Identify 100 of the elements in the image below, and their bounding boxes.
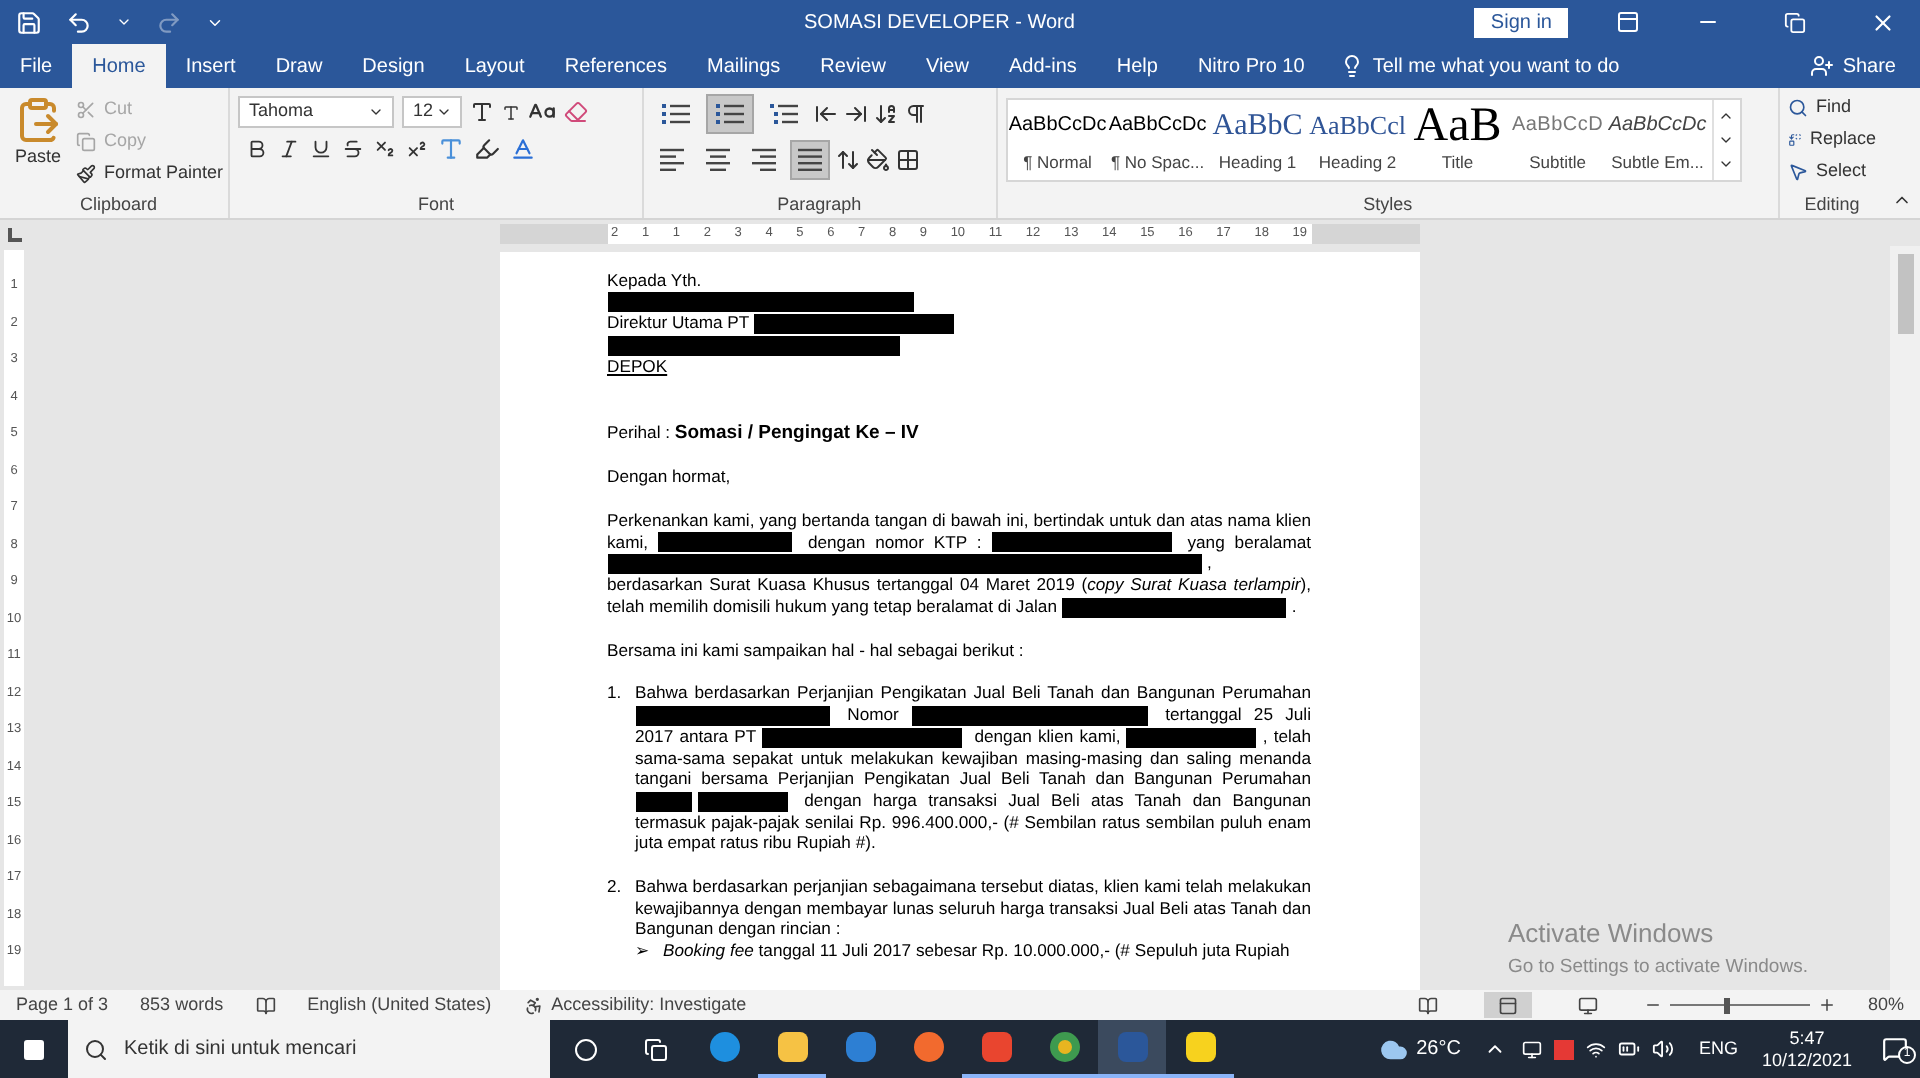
style-option[interactable]: AaBbCcl Heading 2 [1307, 100, 1408, 180]
increase-indent-icon[interactable] [843, 102, 868, 126]
restore-icon[interactable] [1784, 11, 1806, 33]
numbered-list-icon [713, 100, 746, 128]
ribbon-tab[interactable]: Review [800, 44, 906, 88]
zoom-level[interactable]: 80% [1867, 991, 1904, 1019]
taskbar-app-button[interactable] [1098, 1020, 1166, 1078]
shrink-font-icon[interactable] [502, 103, 521, 121]
letter-line: Direktur Utama PT [607, 312, 960, 335]
ribbon-tab[interactable]: Layout [444, 44, 545, 88]
style-option[interactable]: AaBbC Heading 1 [1207, 100, 1308, 180]
weather-icon[interactable] [1380, 1035, 1409, 1063]
notifications-icon[interactable] [1881, 1036, 1907, 1062]
undo-icon[interactable] [66, 9, 92, 35]
search-icon [84, 1037, 108, 1061]
bullet-list-icon [659, 100, 692, 128]
style-option[interactable]: AaBbCcDc ¶ Normal [1007, 100, 1108, 180]
clock[interactable]: 5:47 10/12/2021 [1761, 1027, 1852, 1071]
style-option[interactable]: AaB Title [1407, 100, 1508, 180]
close-icon[interactable] [1870, 9, 1896, 35]
editing-button[interactable]: Select [1788, 158, 1876, 186]
editing-button[interactable]: Find [1788, 94, 1876, 122]
editing-button[interactable]: Replace [1788, 126, 1876, 154]
ribbon-tab[interactable]: View [905, 44, 989, 88]
paste-button[interactable]: Paste [8, 96, 68, 192]
ribbon-tab[interactable]: Help [1096, 44, 1178, 88]
font-color-icon[interactable] [510, 136, 537, 162]
brush-icon [76, 164, 96, 184]
sign-in-button[interactable]: Sign in [1474, 7, 1568, 37]
word-count[interactable]: 853 words [140, 991, 224, 1019]
shading-icon[interactable] [865, 148, 890, 172]
group-label: Clipboard [79, 191, 157, 218]
sort-icon[interactable] [873, 102, 898, 126]
pilcrow-icon[interactable] [903, 102, 928, 126]
zoom-slider[interactable] [1669, 996, 1810, 1014]
strikethrough-icon[interactable] [342, 138, 365, 160]
page-count[interactable]: Page 1 of 3 [16, 991, 109, 1019]
view-button[interactable] [1483, 992, 1532, 1018]
clear-formatting-icon[interactable] [564, 100, 589, 124]
accessibility-icon[interactable] [523, 995, 544, 1015]
vertical-scrollbar[interactable] [1890, 246, 1920, 990]
style-option[interactable]: AaBbCcD Subtitle [1507, 100, 1608, 180]
text-effects-icon[interactable] [438, 136, 465, 162]
ribbon-tab[interactable]: Insert [165, 44, 256, 88]
tell-me-field[interactable]: Tell me what you want to do [1372, 51, 1620, 81]
subscript-icon[interactable] [374, 138, 397, 160]
scissors-icon [76, 100, 96, 120]
taskbar-search-field[interactable]: Ketik di sini untuk mencari [68, 1020, 550, 1078]
zoom-in-icon[interactable] [1817, 996, 1836, 1014]
style-option[interactable]: AaBbCcDc Subtle Em... [1607, 100, 1708, 180]
ribbon-display-icon[interactable] [1616, 10, 1640, 34]
line-spacing-icon[interactable] [835, 148, 860, 172]
battery-icon[interactable] [1618, 1038, 1641, 1060]
ribbon-tab[interactable]: Nitro Pro 10 [1177, 44, 1325, 88]
caret-icon[interactable] [116, 14, 132, 30]
paragraph: Perkenankan kami, yang bertanda tangan di bawah ini, bertindak untuk dan atas nama klien kami, dengan nomor KTP : yang beralamat , berdasarkan Surat Kuasa Khusus tertanggal 04 Maret 2019 (copy Surat Kuasa terlampir), telah memilih domisili hukum yang tetap beralamat di Jalan . [607, 510, 1311, 618]
ribbon-tab[interactable]: Mailings [686, 44, 801, 88]
highlighter-icon[interactable] [474, 136, 501, 162]
volume-icon[interactable] [1652, 1038, 1675, 1060]
weather-temperature[interactable]: 26°C [1416, 1034, 1461, 1064]
save-icon[interactable] [16, 9, 42, 35]
accessibility-status[interactable]: Accessibility: Investigate [551, 991, 747, 1019]
style-option[interactable]: AaBbCcDc ¶ No Spac... [1107, 100, 1208, 180]
align-button[interactable] [789, 140, 830, 180]
ribbon-tab[interactable]: References [544, 44, 687, 88]
font-size-field[interactable]: 12 [402, 96, 463, 128]
tab-selector-icon[interactable] [7, 227, 21, 241]
underline-icon[interactable] [310, 138, 333, 160]
more-styles-icon[interactable] [1718, 156, 1735, 172]
bold-icon[interactable] [246, 138, 269, 160]
recorder-icon[interactable] [1554, 1039, 1575, 1059]
scroll-down-icon[interactable] [1718, 132, 1735, 148]
start-icon[interactable] [22, 1037, 46, 1061]
ribbon-tab[interactable]: File [0, 44, 73, 88]
clipboard-button[interactable]: Format Painter [76, 160, 224, 188]
cortana-icon[interactable] [574, 1037, 598, 1061]
list-button[interactable] [705, 94, 754, 134]
ribbon-tab[interactable]: Draw [255, 44, 343, 88]
ribbon-tab[interactable]: Home [72, 44, 166, 88]
share-button[interactable]: Share [1810, 44, 1920, 88]
multilevel-list-icon [767, 100, 800, 128]
list-number: 1. [607, 682, 624, 707]
decrease-indent-icon[interactable] [813, 102, 838, 126]
scroll-up-icon[interactable] [1718, 108, 1735, 124]
italic-icon[interactable] [278, 138, 301, 160]
superscript-icon[interactable] [406, 138, 429, 160]
proofing-icon[interactable] [255, 995, 276, 1015]
letter-line: Kepada Yth. [607, 270, 702, 292]
app-icon [1185, 1032, 1215, 1062]
input-language[interactable]: ENG [1698, 1035, 1738, 1063]
network-icon[interactable] [1586, 1039, 1607, 1059]
task-view-icon[interactable] [644, 1037, 668, 1061]
language-status[interactable]: English (United States) [307, 991, 492, 1019]
grow-font-icon[interactable] [470, 100, 495, 124]
meet-icon[interactable] [1522, 1039, 1543, 1059]
ribbon-tab[interactable]: Design [342, 44, 445, 88]
font-name-field[interactable]: Tahoma [238, 96, 395, 128]
ribbon-tab[interactable]: Add-ins [988, 44, 1097, 88]
list-paragraph: Bahwa berdasarkan Perjanjian Pengikatan Jual Beli Tanah dan Bangunan Perumahan Nomor tertanggal 25 Juli 2017 antara PT dengan klien kami, , telah sama-sama sepakat untuk melakukan kewajiban masing-masing dan saling menanda tangani bersama Perjanjian Pengikatan Jual Beli Tanah dan Bangunan Perumahan dengan harga transaksi Jual Beli atas Tanah dan Bangunan termasuk pajak-pajak senilai Rp. 996.400.000,- (# Sembilan ratus sembilan puluh enam juta empat ratus ribu Rupiah #). [635, 682, 1311, 855]
borders-icon[interactable] [895, 148, 920, 172]
